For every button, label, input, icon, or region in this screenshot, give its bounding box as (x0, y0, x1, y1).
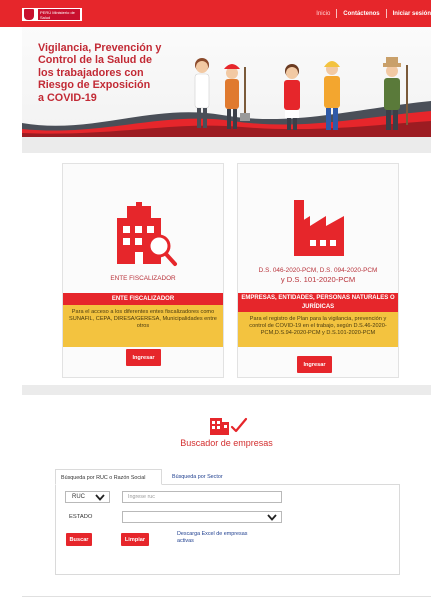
card-caption: D.S. 046-2020-PCM, D.S. 094-2020-PCM y D… (238, 267, 398, 285)
limpiar-button[interactable]: Limpiar (121, 533, 149, 546)
banner-title-line: los trabajadores con (38, 66, 144, 79)
building-search-icon (117, 202, 177, 266)
card-category-strip: ENTE FISCALIZADOR (63, 293, 223, 305)
estado-label: ESTADO (69, 514, 93, 520)
worker-woman-figure (284, 64, 300, 130)
finder-title: Buscador de empresas (180, 438, 273, 448)
hero-banner: Vigilancia, Prevención y Control de la S… (22, 27, 431, 137)
nav-divider (336, 9, 338, 18)
banner-title-line: Riesgo de Exposición (38, 79, 151, 92)
banner-title: Vigilancia, Prevención y Control de la S… (38, 42, 188, 104)
chevron-down-icon (95, 494, 105, 501)
card-description: Para el acceso a los diferentes entes fi… (63, 305, 223, 347)
access-section: ENTE FISCALIZADOR ENTE FISCALIZADOR Para… (22, 153, 431, 385)
ingresar-ente-button[interactable]: Ingresar (126, 349, 161, 366)
shield-icon (24, 9, 34, 20)
tab-busqueda-ruc[interactable]: Búsqueda por RUC o Razón Social (55, 469, 162, 485)
estado-select[interactable] (122, 511, 282, 523)
worker-builder-figure (324, 61, 340, 130)
card-category-strip: EMPRESAS, ENTIDADES, PERSONAS NATURALES … (238, 293, 398, 312)
company-finder: Buscador de empresas Búsqueda por RUC o … (22, 395, 431, 597)
building-check-icon (210, 417, 248, 435)
worker-farmer-figure (383, 57, 408, 130)
logo-text: PERÚ Ministerio de Salud (38, 9, 80, 20)
banner-title-line: Vigilancia, Prevención y (38, 42, 162, 54)
section-divider (22, 137, 431, 153)
chevron-down-icon (267, 514, 277, 521)
nav-contactenos[interactable]: Contáctenos (343, 11, 379, 17)
nav-inicio[interactable]: Inicio (316, 11, 330, 17)
section-divider (22, 385, 431, 395)
gov-logo[interactable]: PERÚ Ministerio de Salud (22, 8, 82, 21)
card-caption-line: D.S. 046-2020-PCM, D.S. 094-2020-PCM (258, 267, 378, 274)
top-bar: PERÚ Ministerio de Salud Inicio Contácte… (0, 0, 431, 27)
nav-divider (385, 9, 387, 18)
ruc-type-select[interactable]: RUC (65, 491, 110, 503)
card-caption: ENTE FISCALIZADOR (110, 275, 176, 282)
card-caption-line: y D.S. 101-2020-PCM (280, 275, 356, 284)
finder-tabs: Búsqueda por RUC o Razón Social Búsqueda… (55, 469, 400, 485)
factory-icon (294, 200, 344, 256)
download-excel-link[interactable]: Descarga Excel de empresas activas (177, 531, 249, 544)
worker-shovel-figure (224, 64, 250, 129)
ruc-type-value: RUC (72, 494, 85, 500)
finder-form: RUC Ingrese ruc ESTADO Buscar Limpiar De… (55, 485, 400, 575)
banner-title-line: Control de la Salud de (38, 54, 152, 67)
ingresar-empresas-button[interactable]: Ingresar (297, 356, 332, 373)
card-ente-fiscalizador: ENTE FISCALIZADOR ENTE FISCALIZADOR Para… (62, 163, 224, 378)
buscar-button[interactable]: Buscar (66, 533, 92, 546)
doctor-figure (194, 58, 210, 128)
nav-iniciar-sesion[interactable]: Iniciar sesión (393, 11, 431, 17)
card-empresas: D.S. 046-2020-PCM, D.S. 094-2020-PCM y D… (237, 163, 399, 378)
tab-busqueda-sector[interactable]: Búsqueda por Sector (167, 469, 257, 485)
main-nav: Inicio Contáctenos Iniciar sesión (316, 7, 431, 20)
ruc-input[interactable]: Ingrese ruc (122, 491, 282, 503)
workers-illustration (194, 57, 408, 130)
card-description: Para el registro de Plan para la vigilan… (238, 312, 398, 347)
